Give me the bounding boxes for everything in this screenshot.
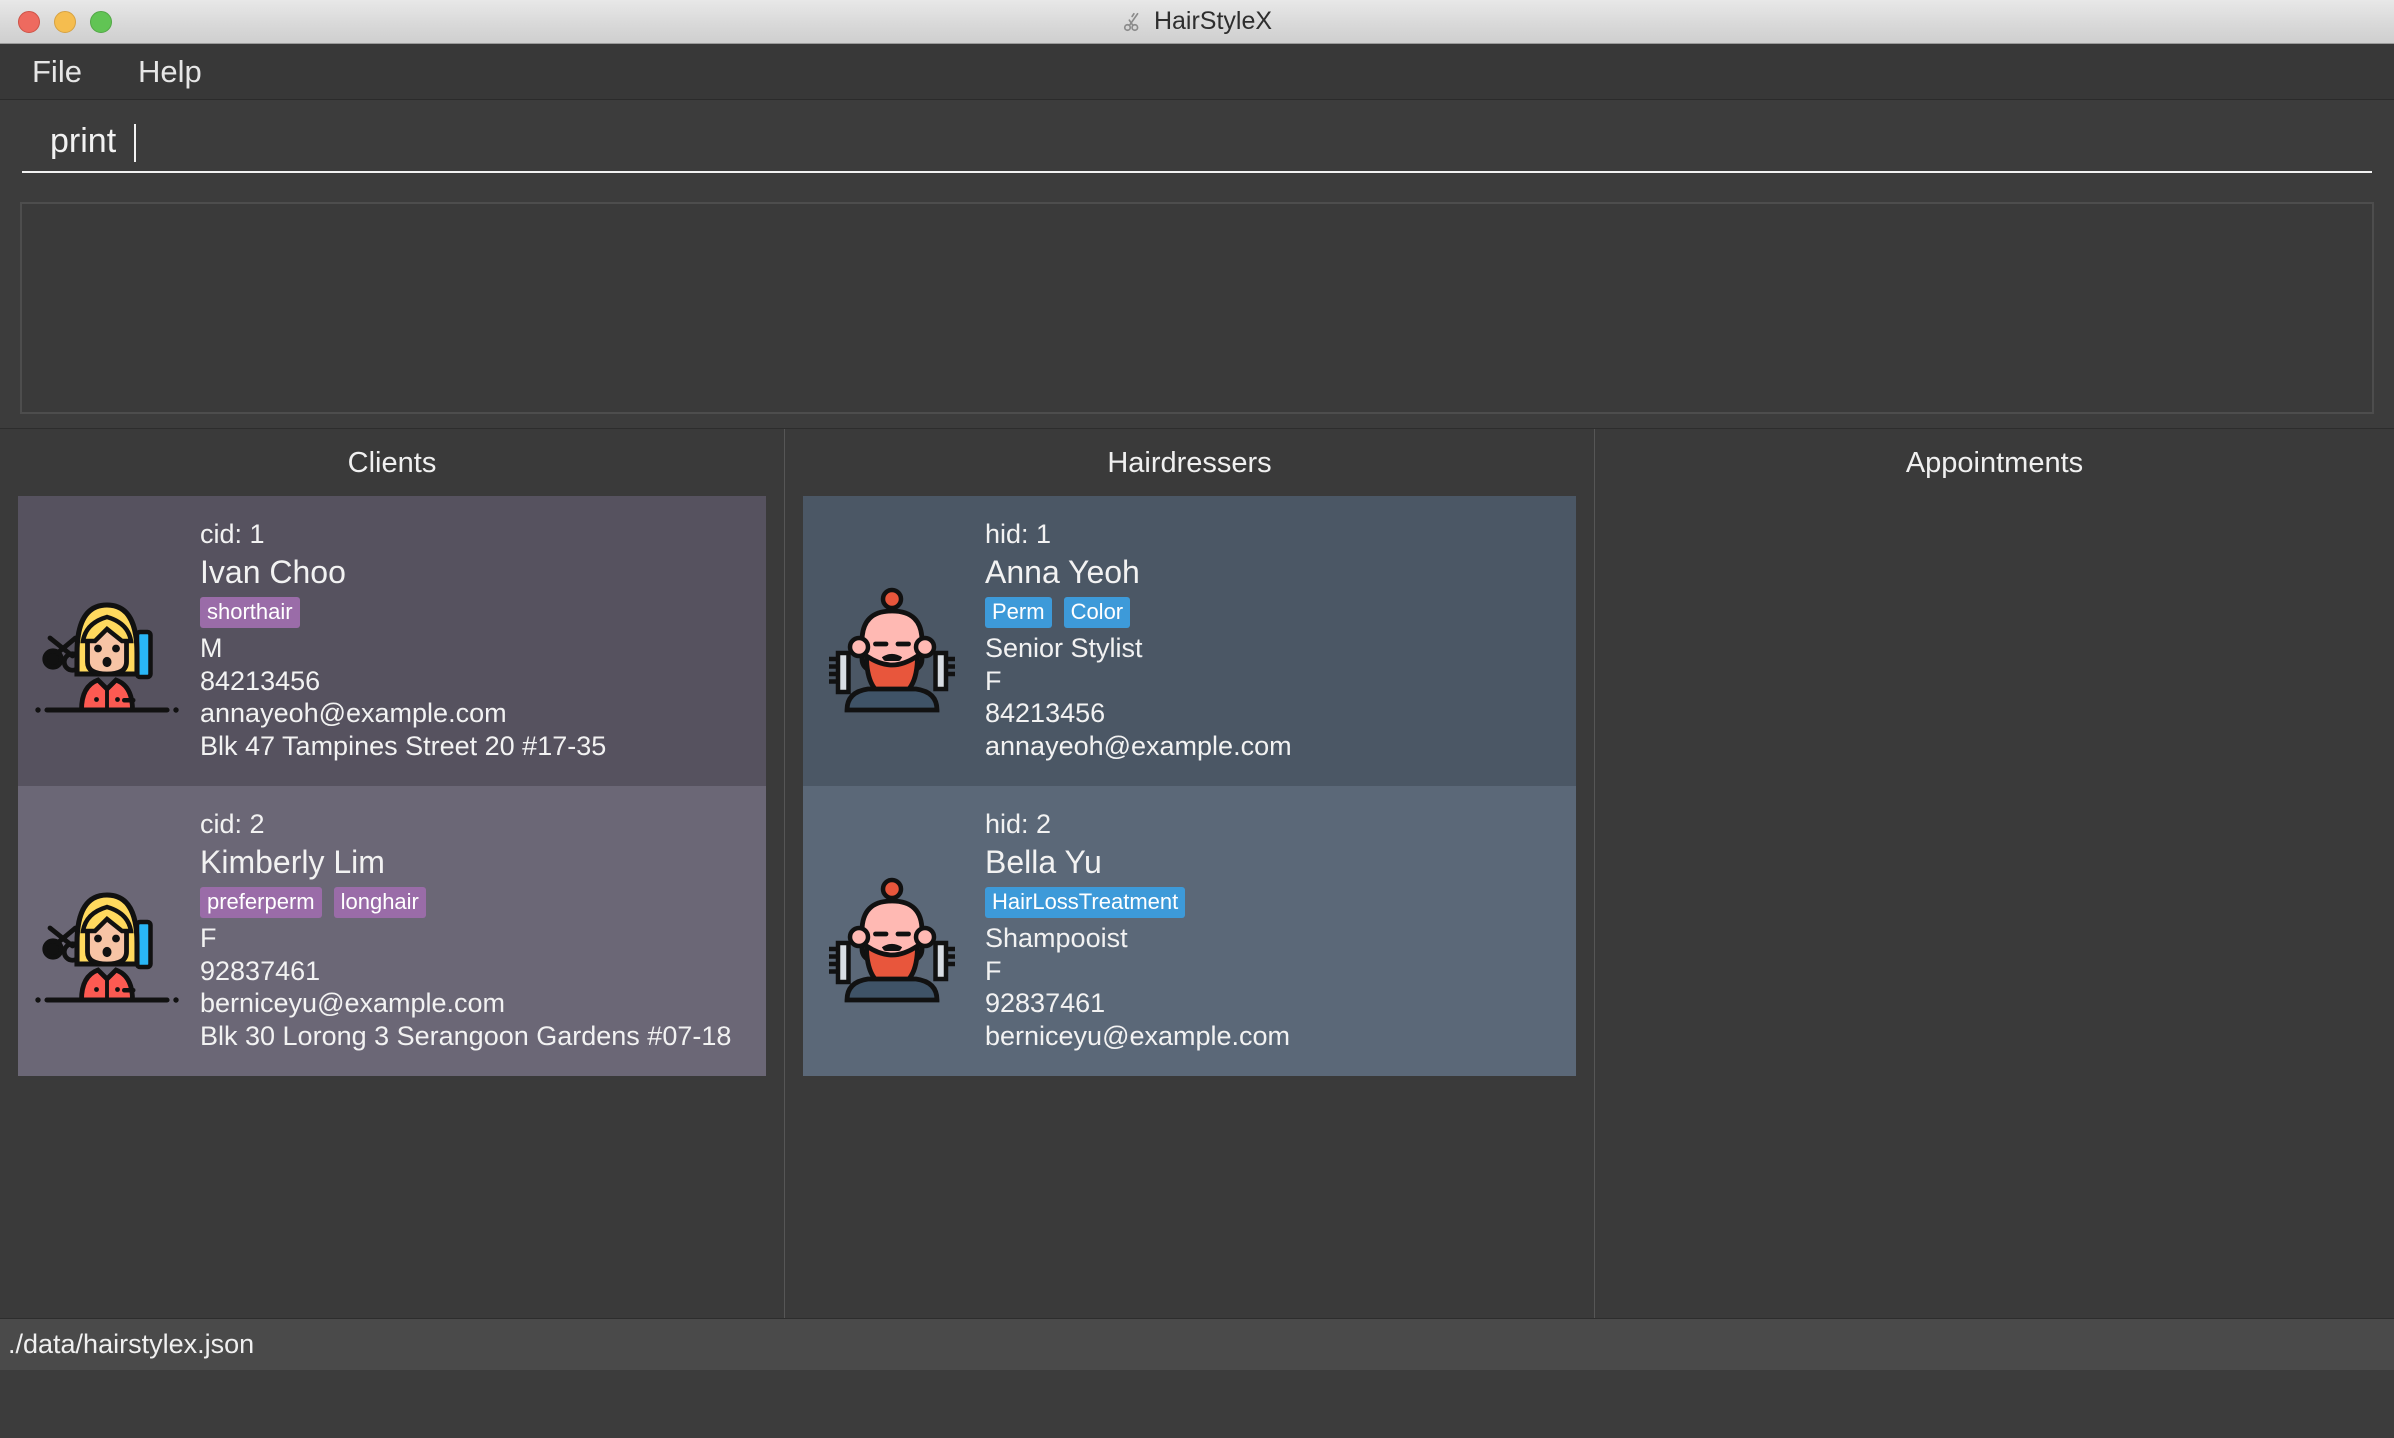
appointments-panel-title: Appointments: [1905, 447, 2084, 479]
client-tag[interactable]: preferperm: [200, 887, 322, 918]
hairdresser-gender: F: [985, 665, 1002, 696]
hairdresser-tag[interactable]: Perm: [985, 597, 1052, 628]
hairdresser-card[interactable]: hid: 2 Bella Yu HairLossTreatment Shampo…: [803, 786, 1576, 1076]
clients-panel: Clients cid: 1 Ivan Choo shorthair M 842…: [0, 429, 785, 1318]
window-title-group: HairStyleX: [0, 7, 2394, 36]
window-title: HairStyleX: [1153, 7, 1273, 35]
command-input[interactable]: [22, 122, 2372, 173]
client-card[interactable]: cid: 1 Ivan Choo shorthair M 84213456 an…: [18, 496, 766, 786]
maximize-button[interactable]: [90, 10, 112, 33]
result-display-area: [0, 192, 2394, 428]
hairdressers-panel: Hairdressers hid: 1 Anna Yeoh Perm Color…: [785, 429, 1595, 1318]
client-gender: M: [200, 632, 223, 663]
hairdresser-card-body: hid: 2 Bella Yu HairLossTreatment Shampo…: [975, 809, 1290, 1053]
client-name: Kimberly Lim: [200, 843, 385, 880]
hairdresser-tag-row: Perm Color: [985, 597, 1292, 628]
hairdresser-name: Anna Yeoh: [985, 553, 1140, 590]
hairdresser-tag-row: HairLossTreatment: [985, 887, 1290, 918]
hairdresser-name: Bella Yu: [985, 843, 1102, 880]
client-tag-row: shorthair: [200, 597, 606, 628]
appointments-card-list[interactable]: [1595, 496, 2394, 1318]
hairdresser-title: Senior Stylist: [985, 632, 1143, 663]
client-card-body: cid: 2 Kimberly Lim preferperm longhair …: [190, 809, 731, 1053]
client-email: berniceyu@example.com: [200, 988, 506, 1019]
close-button[interactable]: [18, 10, 40, 33]
hairdressers-panel-title: Hairdressers: [1107, 447, 1272, 479]
hairdresser-title: Shampooist: [985, 922, 1128, 953]
client-id: cid: 1: [200, 518, 265, 549]
menu-item-help[interactable]: Help: [128, 52, 212, 92]
hairdresser-id: hid: 1: [985, 518, 1052, 549]
scissors-icon: [1122, 11, 1144, 33]
client-tag[interactable]: shorthair: [200, 597, 300, 628]
hairdresser-phone: 84213456: [985, 698, 1106, 729]
client-tag-row: preferperm longhair: [200, 887, 731, 918]
client-card[interactable]: cid: 2 Kimberly Lim preferperm longhair …: [18, 786, 766, 1076]
client-email: annayeoh@example.com: [200, 698, 507, 729]
traffic-light-group: [18, 10, 112, 33]
appointments-panel: Appointments: [1595, 429, 2394, 1318]
client-gender: F: [200, 922, 217, 953]
hairdresser-email: annayeoh@example.com: [985, 731, 1292, 762]
panel-container: Clients cid: 1 Ivan Choo shorthair M 842…: [0, 428, 2394, 1318]
statusbar: ./data/hairstylex.json: [0, 1318, 2394, 1370]
hairdresser-id: hid: 2: [985, 808, 1052, 839]
client-address: Blk 47 Tampines Street 20 #17-35: [200, 731, 607, 762]
clients-card-list[interactable]: cid: 1 Ivan Choo shorthair M 84213456 an…: [0, 496, 784, 1318]
client-avatar-icon: [32, 856, 182, 1006]
hairdresser-gender: F: [985, 955, 1002, 986]
client-name: Ivan Choo: [200, 553, 346, 590]
window-titlebar: HairStyleX: [0, 0, 2394, 44]
client-id: cid: 2: [200, 808, 265, 839]
client-avatar-icon: [32, 566, 182, 716]
command-box-area: [0, 100, 2394, 192]
hairdresser-avatar-icon: [817, 566, 967, 716]
client-phone: 92837461: [200, 955, 321, 986]
hairdresser-phone: 92837461: [985, 988, 1106, 1019]
hairdresser-avatar-icon: [817, 856, 967, 1006]
hairdresser-tag[interactable]: Color: [1063, 597, 1131, 628]
save-location-status: ./data/hairstylex.json: [8, 1329, 255, 1359]
menu-item-file[interactable]: File: [22, 52, 92, 92]
text-caret: [134, 124, 136, 162]
client-tag[interactable]: longhair: [333, 887, 426, 918]
client-phone: 84213456: [200, 665, 321, 696]
hairdresser-email: berniceyu@example.com: [985, 1021, 1291, 1052]
minimize-button[interactable]: [54, 10, 76, 33]
client-card-body: cid: 1 Ivan Choo shorthair M 84213456 an…: [190, 519, 606, 763]
result-display-box: [20, 202, 2374, 414]
hairdresser-tag[interactable]: HairLossTreatment: [985, 887, 1186, 918]
hairdressers-card-list[interactable]: hid: 1 Anna Yeoh Perm Color Senior Styli…: [785, 496, 1594, 1318]
hairdresser-card[interactable]: hid: 1 Anna Yeoh Perm Color Senior Styli…: [803, 496, 1576, 786]
client-address: Blk 30 Lorong 3 Serangoon Gardens #07-18: [200, 1021, 732, 1052]
hairdresser-card-body: hid: 1 Anna Yeoh Perm Color Senior Styli…: [975, 519, 1292, 763]
menubar: File Help: [0, 44, 2394, 100]
clients-panel-title: Clients: [347, 447, 437, 479]
